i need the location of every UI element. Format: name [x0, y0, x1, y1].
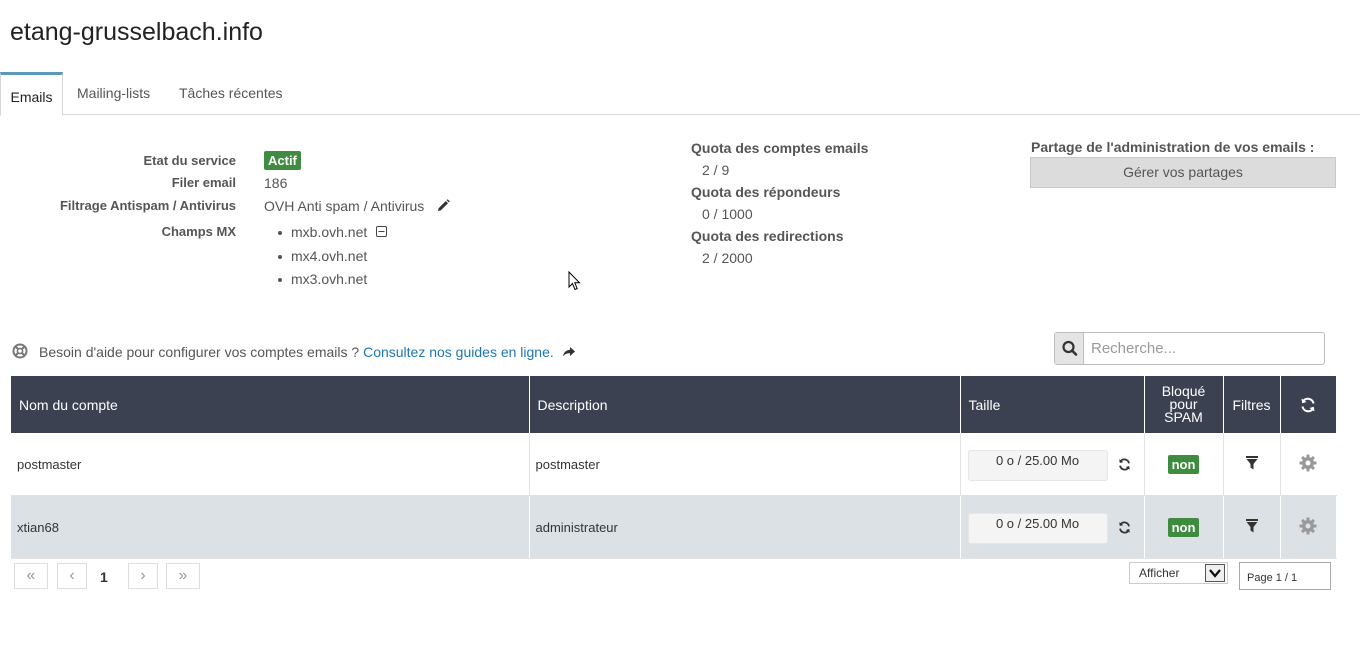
collapse-icon[interactable]	[376, 224, 388, 240]
tab-mailing-lists[interactable]: Mailing-lists	[77, 72, 150, 115]
page-info[interactable]: Page 1 / 1	[1239, 562, 1331, 590]
mx-label: Champs MX	[161, 224, 236, 239]
mx-item-text: mx4.ovh.net	[291, 247, 368, 264]
first-page-button[interactable]: «	[14, 563, 48, 589]
service-status-label: Etat du service	[143, 153, 237, 168]
chevron-down-icon	[1205, 564, 1225, 582]
column-header-filters[interactable]: Filtres	[1223, 376, 1281, 433]
refresh-size-icon[interactable]	[1118, 458, 1131, 474]
column-header-name[interactable]: Nom du compte	[11, 376, 530, 433]
manage-shares-button[interactable]: Gérer vos partages	[1030, 157, 1336, 188]
tab-emails[interactable]: Emails	[0, 72, 63, 116]
account-size-cell: 0 o / 25.00 Mo	[960, 433, 1145, 496]
filter-icon[interactable]	[1223, 433, 1281, 496]
mx-item: mxb.ovh.net	[277, 224, 388, 248]
filer-value: 186	[264, 175, 288, 191]
gear-icon[interactable]	[1280, 433, 1336, 496]
quota-responders-value: 0 / 1000	[702, 206, 753, 222]
quota-accounts-value: 2 / 9	[702, 162, 730, 178]
quota-redirections-label: Quota des redirections	[691, 228, 844, 244]
current-page[interactable]: 1	[100, 569, 108, 585]
mouse-cursor-icon	[568, 270, 582, 294]
prev-page-button[interactable]: ‹	[57, 563, 87, 589]
spam-badge: non	[1167, 517, 1200, 537]
mx-item-text: mxb.ovh.net	[291, 224, 368, 240]
help-text: Besoin d'aide pour configurer vos compte…	[39, 344, 360, 360]
quota-accounts-label: Quota des comptes emails	[691, 140, 869, 156]
spam-cell: non	[1144, 495, 1224, 559]
table-row: xtian68 administrateur 0 o / 25.00 Mo no…	[11, 495, 1337, 559]
tab-recent-tasks[interactable]: Tâches récentes	[179, 72, 283, 115]
account-description: administrateur	[529, 495, 961, 559]
quota-redirections-value: 2 / 2000	[702, 250, 753, 266]
account-size-cell: 0 o / 25.00 Mo	[960, 495, 1145, 559]
mx-list: mxb.ovh.net mx4.ovh.net mx3.ovh.net	[277, 224, 388, 295]
mx-item: mx4.ovh.net	[277, 247, 387, 272]
column-header-size[interactable]: Taille	[960, 376, 1145, 433]
table-row: postmaster postmaster 0 o / 25.00 Mo non	[11, 433, 1336, 496]
filer-label: Filer email	[171, 175, 236, 190]
page-title: etang-grusselbach.info	[10, 18, 263, 46]
guides-link[interactable]: Consultez nos guides en ligne.	[363, 344, 554, 360]
mx-item-text: mx3.ovh.net	[291, 271, 368, 287]
filter-icon[interactable]	[1223, 495, 1281, 559]
column-header-spam[interactable]: Bloqué pour SPAM	[1144, 376, 1224, 433]
next-page-button[interactable]: ›	[128, 563, 158, 589]
antispam-value-text: OVH Anti spam / Antivirus	[264, 198, 425, 214]
search-box	[1054, 332, 1325, 365]
tab-bar: Emails Mailing-lists Tâches récentes	[0, 72, 1360, 116]
lifebuoy-icon	[12, 343, 28, 362]
search-icon[interactable]	[1055, 333, 1084, 364]
spam-header-line: SPAM	[1164, 409, 1203, 425]
pencil-icon[interactable]	[436, 199, 450, 216]
column-header-description[interactable]: Description	[529, 376, 961, 433]
account-size: 0 o / 25.00 Mo	[967, 450, 1108, 481]
refresh-table-icon[interactable]	[1280, 376, 1336, 433]
gear-icon[interactable]	[1280, 495, 1337, 559]
share-arrow-icon[interactable]	[562, 345, 576, 361]
share-label: Partage de l'administration de vos email…	[1031, 139, 1315, 155]
mx-item: mx3.ovh.net	[277, 271, 387, 295]
accounts-table: Nom du compte Description Taille Bloqué …	[11, 376, 1337, 559]
antispam-label: Filtrage Antispam / Antivirus	[59, 198, 236, 213]
quota-responders-label: Quota des répondeurs	[691, 184, 841, 200]
last-page-button[interactable]: »	[166, 563, 200, 589]
antispam-value: OVH Anti spam / Antivirus	[264, 198, 450, 216]
service-status-value: Actif	[264, 151, 301, 170]
account-name: postmaster	[11, 433, 530, 496]
spam-cell: non	[1144, 433, 1224, 496]
account-size: 0 o / 25.00 Mo	[967, 513, 1108, 544]
account-description: postmaster	[529, 433, 961, 496]
search-input[interactable]	[1085, 333, 1323, 364]
page-size-label: Afficher	[1139, 566, 1180, 580]
status-badge: Actif	[264, 151, 301, 170]
account-name: xtian68	[11, 495, 530, 559]
refresh-size-icon[interactable]	[1118, 521, 1131, 537]
page-size-select[interactable]: Afficher	[1129, 562, 1228, 584]
spam-badge: non	[1167, 454, 1200, 474]
